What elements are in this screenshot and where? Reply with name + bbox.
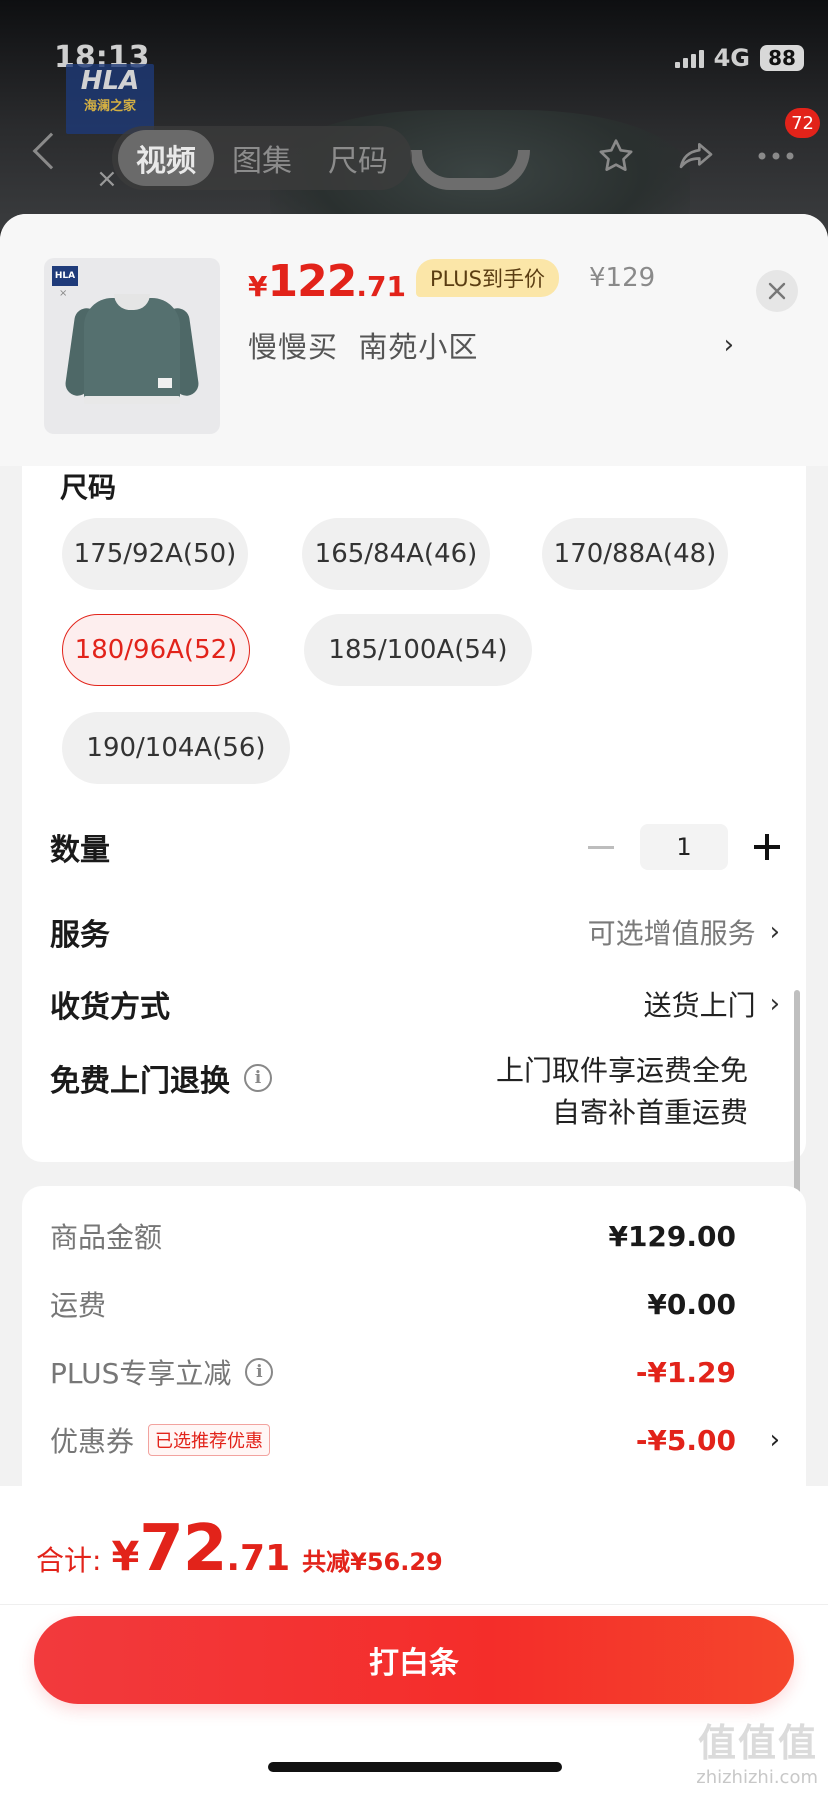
price-integer: 122 [267,256,357,307]
service-label: 服务 [50,918,110,953]
coupon-label: 优惠券 [50,1425,135,1458]
close-button[interactable] [756,270,798,312]
signal-icon [674,48,704,68]
quantity-label: 数量 [50,833,110,868]
goods-amount-value: ¥129.00 [608,1219,736,1253]
delivery-method-label: 收货方式 [50,990,170,1025]
battery-icon: 88 [760,45,804,71]
more-icon[interactable]: 72 [754,108,820,178]
plus-price-tag: PLUS到手价 [415,258,559,297]
free-return-line-1: 上门取件享运费全免 [495,1054,748,1087]
chevron-right-icon: › [769,1425,780,1455]
chevron-right-icon: › [769,989,780,1019]
price-decimal: .71 [356,270,406,303]
purchase-sheet: HLA × ¥ 122 .71 PLUS到手价 ¥129 慢慢买 南苑小区 › … [0,214,828,1793]
plus-discount-label-wrap: PLUS专享立减 i [50,1352,636,1392]
plus-discount-row: PLUS专享立减 i -¥1.29 [50,1352,780,1392]
shipping-value: ¥0.00 [647,1287,736,1321]
back-icon[interactable] [32,132,70,170]
free-return-line-2: 自寄补首重运费 [551,1096,748,1129]
quantity-stepper: 1 [588,824,780,870]
minus-icon[interactable] [588,845,614,849]
delivery-address: 慢慢买 南苑小区 [248,330,479,364]
total-symbol: ¥ [111,1534,140,1580]
size-option[interactable]: 190/104A(56) [62,712,290,784]
brand-logo: HLA 海澜之家 [66,64,154,134]
goods-amount-label: 商品金额 [50,1221,163,1254]
tab-gallery[interactable]: 图集 [214,130,310,186]
shipping-row: 运费 ¥0.00 [50,1284,780,1324]
watermark: 值值值 zhizhizhi.com [696,1712,818,1788]
coupon-status-badge: 已选推荐优惠 [148,1424,271,1456]
quantity-row: 数量 1 [50,824,780,870]
tab-size[interactable]: 尺码 [310,130,406,186]
brand-logo-subtext: 海澜之家 [83,99,136,114]
coupon-value: -¥5.00 [635,1423,736,1457]
size-option[interactable]: 165/84A(46) [302,518,490,590]
delivery-method-value: 送货上门 › [644,984,780,1024]
free-return-label-wrap: 免费上门退换 i [50,1056,496,1100]
original-price: ¥129 [588,262,656,293]
thumbnail-cross-icon: × [59,288,68,299]
service-row[interactable]: 服务 可选增值服务 › [50,910,780,954]
plus-discount-label: PLUS专享立减 [50,1357,232,1390]
address-row[interactable]: 慢慢买 南苑小区 › [248,324,734,366]
watermark-logo-text: 值值值 [697,1721,818,1765]
quantity-input[interactable]: 1 [640,824,728,870]
sweater-label-patch [158,378,172,388]
plus-icon[interactable] [754,834,780,860]
service-value: 可选增值服务 › [588,912,780,952]
goods-amount-row: 商品金额 ¥129.00 [50,1216,780,1256]
tab-video[interactable]: 视频 [118,130,214,186]
total-label: 合计: [36,1544,102,1577]
media-tabs: 视频 图集 尺码 [112,126,412,190]
size-option-selected[interactable]: 180/96A(52) [62,614,250,686]
divider [0,1604,828,1605]
delivery-method-text: 送货上门 [643,989,756,1022]
total-integer: 72 [139,1512,227,1586]
sheet-header: HLA × ¥ 122 .71 PLUS到手价 ¥129 慢慢买 南苑小区 › [0,214,828,466]
total-row: 合计: ¥ 72 .71 共减¥56.29 [36,1512,443,1586]
chevron-right-icon: › [723,330,734,360]
status-bar-right: 4G 88 [674,44,804,72]
network-type: 4G [713,44,750,72]
share-icon[interactable] [674,134,718,178]
delivery-method-row[interactable]: 收货方式 送货上门 › [50,982,780,1026]
close-icon [768,282,786,300]
total-decimal: .71 [226,1538,291,1579]
options-card: 尺码 175/92A(50) 165/84A(46) 170/88A(48) 1… [22,466,806,1390]
thumbnail-brand-logo: HLA [52,266,78,286]
background-product-page: 18:13 4G 88 HLA 海澜之家 × 视频 图集 尺码 72 [0,0,828,230]
plus-discount-value: -¥1.29 [635,1355,736,1389]
price-summary-card: 商品金额 ¥129.00 运费 ¥0.00 PLUS专享立减 i -¥1.29 … [22,1186,806,1516]
free-return-label: 免费上门退换 [50,1064,230,1099]
size-option[interactable]: 170/88A(48) [542,518,728,590]
brand-logo-text: HLA [80,66,140,96]
chevron-right-icon: › [769,917,780,947]
free-return-row: 免费上门退换 i 上门取件享运费全免 自寄补首重运费 [50,1054,780,1134]
price-symbol: ¥ [248,270,268,303]
coupon-label-wrap: 优惠券 已选推荐优惠 [50,1420,636,1460]
nav-actions: 72 [594,108,820,178]
watermark-url: zhizhizhi.com [696,1767,818,1788]
size-option[interactable]: 175/92A(50) [62,518,248,590]
sweater-hem [84,396,180,404]
free-return-policy: 上门取件享运费全免 自寄补首重运费 [496,1050,748,1134]
info-icon[interactable]: i [244,1064,272,1092]
size-section-title: 尺码 [60,471,117,504]
coupon-row[interactable]: 优惠券 已选推荐优惠 -¥5.00 › [50,1420,780,1460]
star-icon[interactable] [594,134,638,178]
price-row: ¥ 122 .71 PLUS到手价 ¥129 [248,256,655,307]
service-value-text: 可选增值服务 [587,917,756,950]
size-option[interactable]: 185/100A(54) [304,614,532,686]
total-saved: 共减¥56.29 [302,1548,443,1576]
checkout-bar: 合计: ¥ 72 .71 共减¥56.29 打白条 值值值 zhizhizhi.… [0,1486,828,1793]
shipping-label: 运费 [50,1289,107,1322]
product-thumbnail[interactable]: HLA × [44,258,220,434]
info-icon[interactable]: i [245,1358,274,1386]
home-indicator [268,1762,562,1772]
message-count-badge: 72 [785,108,820,138]
pay-button[interactable]: 打白条 [34,1616,794,1704]
